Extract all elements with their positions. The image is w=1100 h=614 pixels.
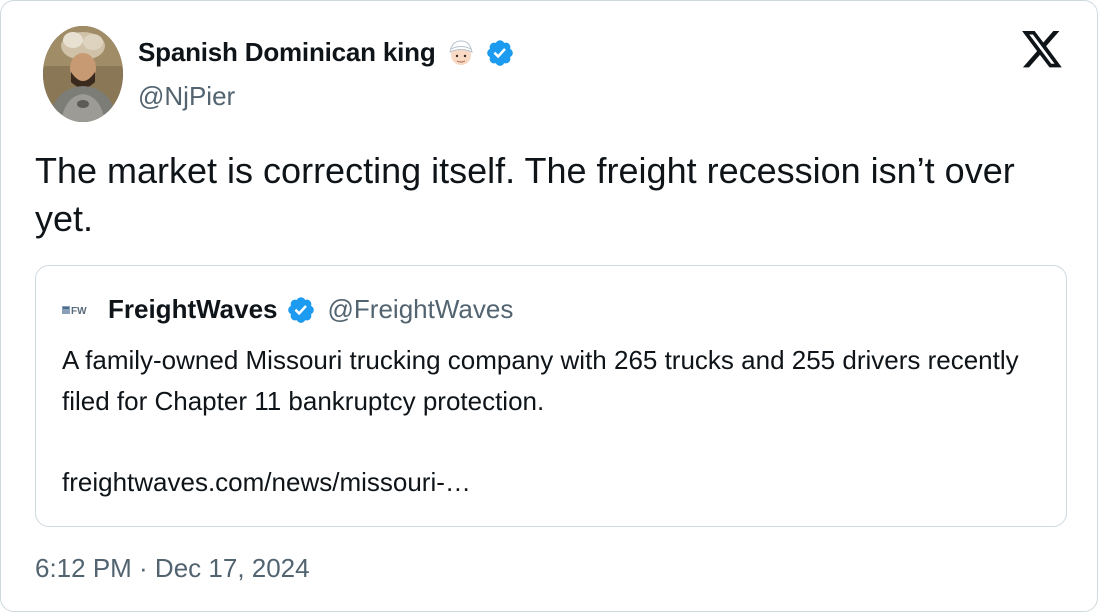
quoted-display-name: FreightWaves (108, 294, 278, 324)
author-handle[interactable]: @NjPier (138, 81, 235, 112)
verified-badge-icon (485, 38, 515, 68)
author-display-name[interactable]: Spanish Dominican king (138, 37, 436, 68)
tweet-card: Spanish Dominican king @NjPier The marke… (0, 0, 1098, 612)
tweet-timestamp[interactable]: 6:12 PM · Dec 17, 2024 (35, 553, 310, 584)
quoted-tweet-text: A family-owned Missouri trucking company… (62, 345, 1019, 416)
svg-text:FW: FW (71, 306, 87, 317)
tweet-text: The market is correcting itself. The fre… (35, 150, 1015, 239)
man-with-turban-emoji-icon (446, 38, 476, 68)
quoted-tweet-link[interactable]: freightwaves.com/news/missouri-… (62, 462, 471, 503)
quoted-handle: @FreightWaves (327, 294, 514, 324)
avatar[interactable] (43, 26, 123, 122)
quoted-verified-badge-icon (286, 295, 316, 325)
quoted-tweet[interactable]: FW FreightWaves @FreightWaves A family-o… (35, 265, 1067, 527)
freightwaves-logo-icon: FW (62, 303, 98, 317)
quoted-tweet-header: FW FreightWaves @FreightWaves (62, 294, 513, 325)
author-name-row: Spanish Dominican king (138, 37, 515, 68)
avatar-image (43, 26, 123, 122)
x-logo-icon[interactable] (1020, 31, 1064, 71)
